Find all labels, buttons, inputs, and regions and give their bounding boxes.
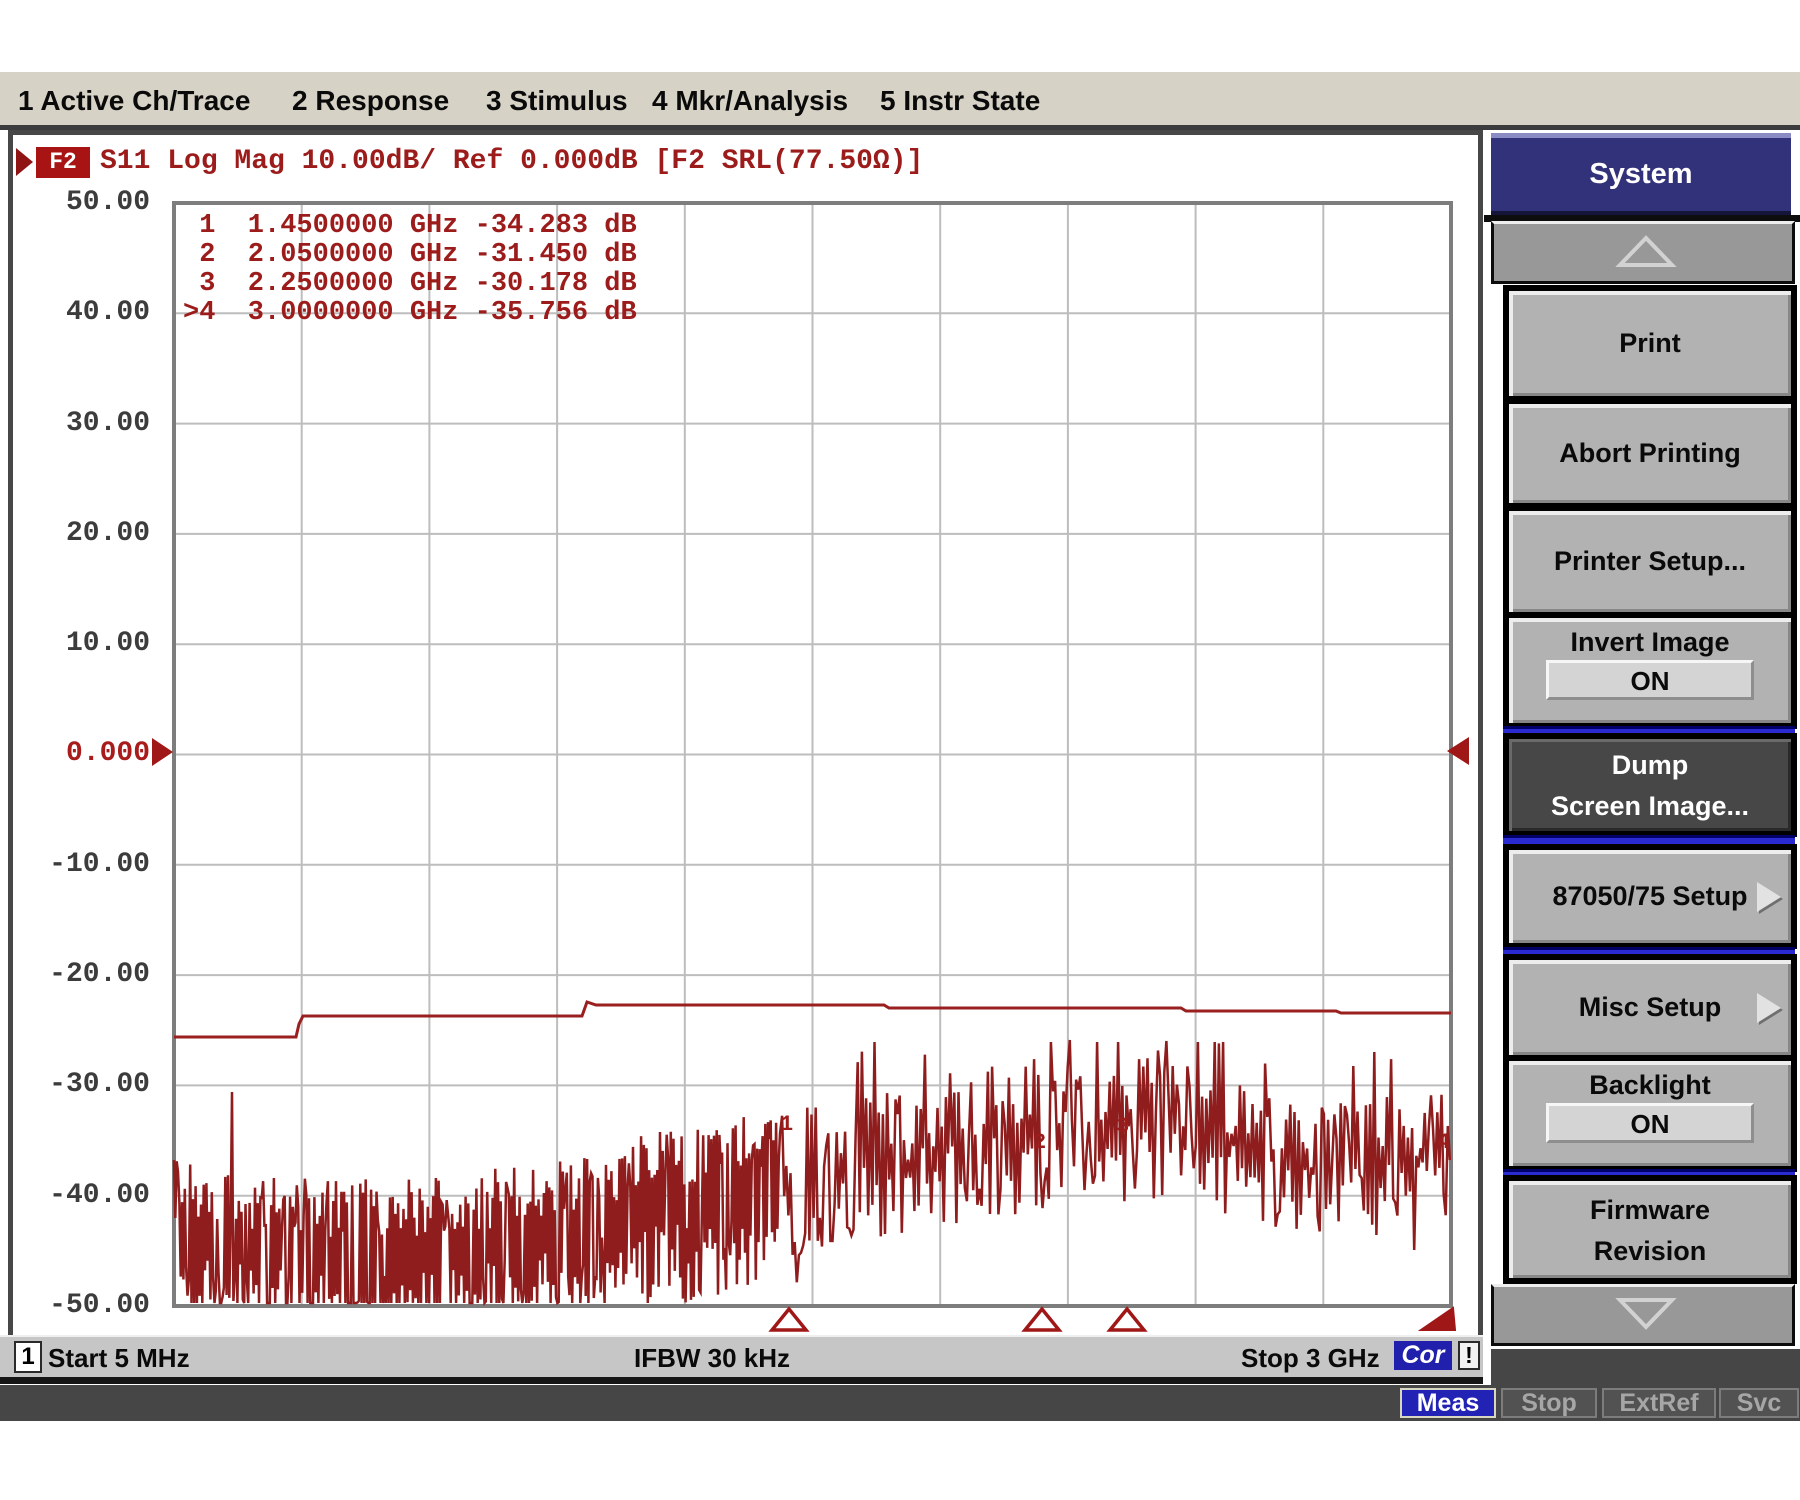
svg-text:1: 1 <box>780 1112 793 1137</box>
svg-text:4: 4 <box>1437 1130 1450 1155</box>
svg-text:3: 3 <box>1116 1114 1129 1139</box>
svg-text:2: 2 <box>1033 1130 1046 1155</box>
